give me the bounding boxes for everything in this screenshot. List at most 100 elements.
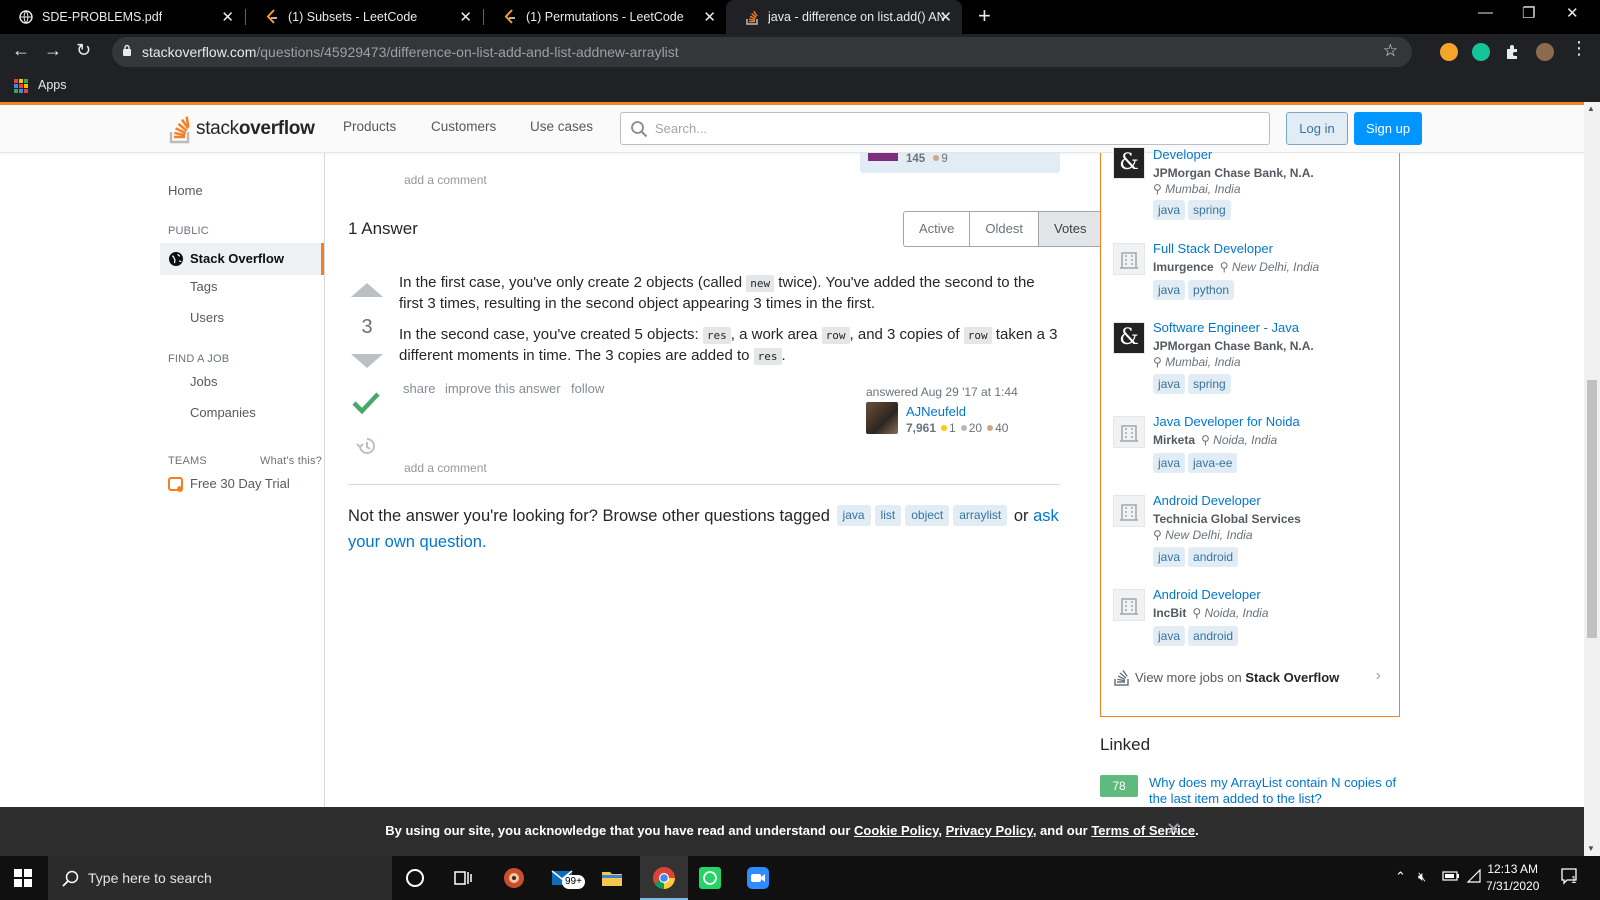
sidebar-item-tags[interactable]: Tags [190, 279, 217, 294]
back-arrow-icon[interactable]: ← [12, 40, 30, 61]
answer-add-comment-link[interactable]: add a comment [404, 461, 487, 475]
scroll-down-icon[interactable]: ▼ [1587, 844, 1595, 853]
mail-icon[interactable]: 99+ [550, 866, 585, 890]
whatsapp-icon[interactable] [698, 866, 722, 890]
tag[interactable]: spring [1188, 200, 1231, 220]
tag[interactable]: java [1153, 547, 1186, 567]
scrollbar-thumb[interactable] [1587, 380, 1597, 638]
tag[interactable]: java [1153, 374, 1186, 394]
extensions-puzzle-icon[interactable] [1504, 43, 1522, 61]
extension-icon[interactable] [1440, 43, 1458, 61]
taskbar-search-input[interactable]: Type here to search [48, 856, 392, 900]
sort-oldest-button[interactable]: Oldest [970, 212, 1039, 246]
reload-icon[interactable]: ↻ [76, 40, 91, 61]
menu-kebab-icon[interactable]: ⋮ [1570, 38, 1588, 59]
follow-link[interactable]: follow [571, 381, 604, 396]
tag-java[interactable]: java [836, 505, 871, 526]
tag[interactable]: android [1188, 547, 1239, 567]
tag-object[interactable]: object [905, 505, 950, 526]
minimize-icon[interactable]: — [1478, 4, 1493, 21]
tab-permutations[interactable]: (1) Permutations - LeetCode ✕ [484, 0, 726, 34]
tab-stackoverflow-active[interactable]: java - difference on list.add() AN ✕ [726, 0, 962, 34]
cortana-icon[interactable] [403, 866, 427, 890]
tag[interactable]: android [1188, 626, 1239, 646]
close-icon[interactable]: ✕ [459, 8, 472, 26]
tag[interactable]: java [1153, 200, 1186, 220]
tag[interactable]: spring [1188, 374, 1231, 394]
job-title[interactable]: Developer [1153, 147, 1212, 162]
tab-subsets[interactable]: (1) Subsets - LeetCode ✕ [246, 0, 482, 34]
privacy-policy-link[interactable]: Privacy Policy [946, 823, 1033, 838]
tag[interactable]: java [1153, 280, 1186, 300]
answerer-username[interactable]: AJNeufeld [906, 404, 966, 419]
cookie-policy-link[interactable]: Cookie Policy [854, 823, 938, 838]
window-close-icon[interactable]: ✕ [1566, 4, 1579, 22]
zoom-icon[interactable] [746, 866, 770, 890]
avatar[interactable] [868, 153, 898, 161]
file-explorer-icon[interactable] [600, 866, 624, 890]
address-bar[interactable]: stackoverflow.com/questions/45929473/dif… [112, 37, 1412, 67]
forward-arrow-icon[interactable]: → [44, 40, 62, 61]
chevron-right-icon[interactable]: › [1376, 667, 1381, 685]
close-icon[interactable]: ✕ [1166, 819, 1181, 840]
login-button[interactable]: Log in [1286, 112, 1348, 145]
nav-use-cases[interactable]: Use cases [530, 119, 593, 134]
sidebar-item-stack-overflow[interactable]: Stack Overflow [160, 243, 324, 275]
nav-products[interactable]: Products [343, 119, 396, 134]
upvote-arrow-icon[interactable] [351, 283, 383, 297]
tag-arraylist[interactable]: arraylist [953, 505, 1008, 526]
wifi-icon[interactable] [1466, 869, 1482, 883]
job-title[interactable]: Android Developer [1153, 493, 1261, 508]
grammarly-icon[interactable] [1472, 43, 1490, 61]
teams-free-trial-link[interactable]: Free 30 Day Trial [190, 476, 290, 491]
tag[interactable]: java [1153, 626, 1186, 646]
avatar[interactable] [866, 402, 898, 434]
tab-sde-problems[interactable]: SDE-PROBLEMS.pdf ✕ [0, 0, 244, 34]
volume-muted-icon[interactable]: 🔇︎ [1418, 869, 1426, 885]
job-title[interactable]: Software Engineer - Java [1153, 320, 1299, 335]
job-title[interactable]: Android Developer [1153, 587, 1261, 602]
sidebar-item-jobs[interactable]: Jobs [190, 374, 217, 389]
tag-list[interactable]: list [874, 505, 902, 526]
nav-customers[interactable]: Customers [431, 119, 496, 134]
downvote-arrow-icon[interactable] [351, 354, 383, 368]
scroll-up-icon[interactable]: ▲ [1587, 104, 1595, 113]
notifications-icon[interactable]: 1 [1560, 867, 1578, 888]
battery-icon[interactable] [1442, 869, 1460, 883]
close-icon[interactable]: ✕ [221, 8, 234, 26]
signup-button[interactable]: Sign up [1354, 112, 1422, 145]
media-player-icon[interactable] [502, 866, 526, 890]
sidebar-item-users[interactable]: Users [190, 310, 224, 325]
question-add-comment-link[interactable]: add a comment [404, 173, 487, 187]
sidebar-item-home[interactable]: Home [168, 183, 203, 198]
view-more-jobs-link[interactable]: View more jobs on Stack Overflow [1113, 668, 1339, 686]
job-title[interactable]: Full Stack Developer [1153, 241, 1273, 256]
teams-whats-this-link[interactable]: What's this? [260, 455, 322, 467]
job-title[interactable]: Java Developer for Noida [1153, 414, 1300, 429]
taskbar-clock[interactable]: 12:13 AM 7/31/2020 [1486, 861, 1539, 895]
improve-answer-link[interactable]: improve this answer [445, 381, 561, 396]
sort-votes-button[interactable]: Votes [1038, 212, 1102, 246]
sidebar-item-companies[interactable]: Companies [190, 405, 256, 420]
so-search-input[interactable]: Search... [620, 112, 1270, 145]
chrome-taskbar-button[interactable] [640, 856, 688, 900]
tray-chevron-up-icon[interactable]: ⌃ [1395, 869, 1406, 885]
apps-grid-icon[interactable] [14, 79, 28, 93]
restore-icon[interactable]: ❐ [1522, 4, 1535, 22]
page-scrollbar[interactable]: ▲ ▼ [1584, 102, 1600, 856]
history-icon[interactable] [355, 436, 377, 456]
windows-start-icon[interactable] [14, 869, 32, 887]
apps-bookmark[interactable]: Apps [38, 78, 67, 92]
stackoverflow-logo[interactable]: stackoverflow [168, 113, 315, 145]
bookmark-star-icon[interactable]: ☆ [1383, 41, 1398, 61]
task-view-icon[interactable] [451, 866, 475, 890]
sort-active-button[interactable]: Active [904, 212, 971, 246]
tag[interactable]: java-ee [1188, 453, 1238, 473]
close-icon[interactable]: ✕ [939, 8, 952, 26]
new-tab-button[interactable]: + [978, 3, 991, 29]
profile-avatar[interactable] [1536, 43, 1554, 61]
close-icon[interactable]: ✕ [703, 8, 716, 26]
tag[interactable]: java [1153, 453, 1186, 473]
linked-question-link[interactable]: Why does my ArrayList contain N copies o… [1149, 775, 1409, 807]
share-link[interactable]: share [403, 381, 436, 396]
